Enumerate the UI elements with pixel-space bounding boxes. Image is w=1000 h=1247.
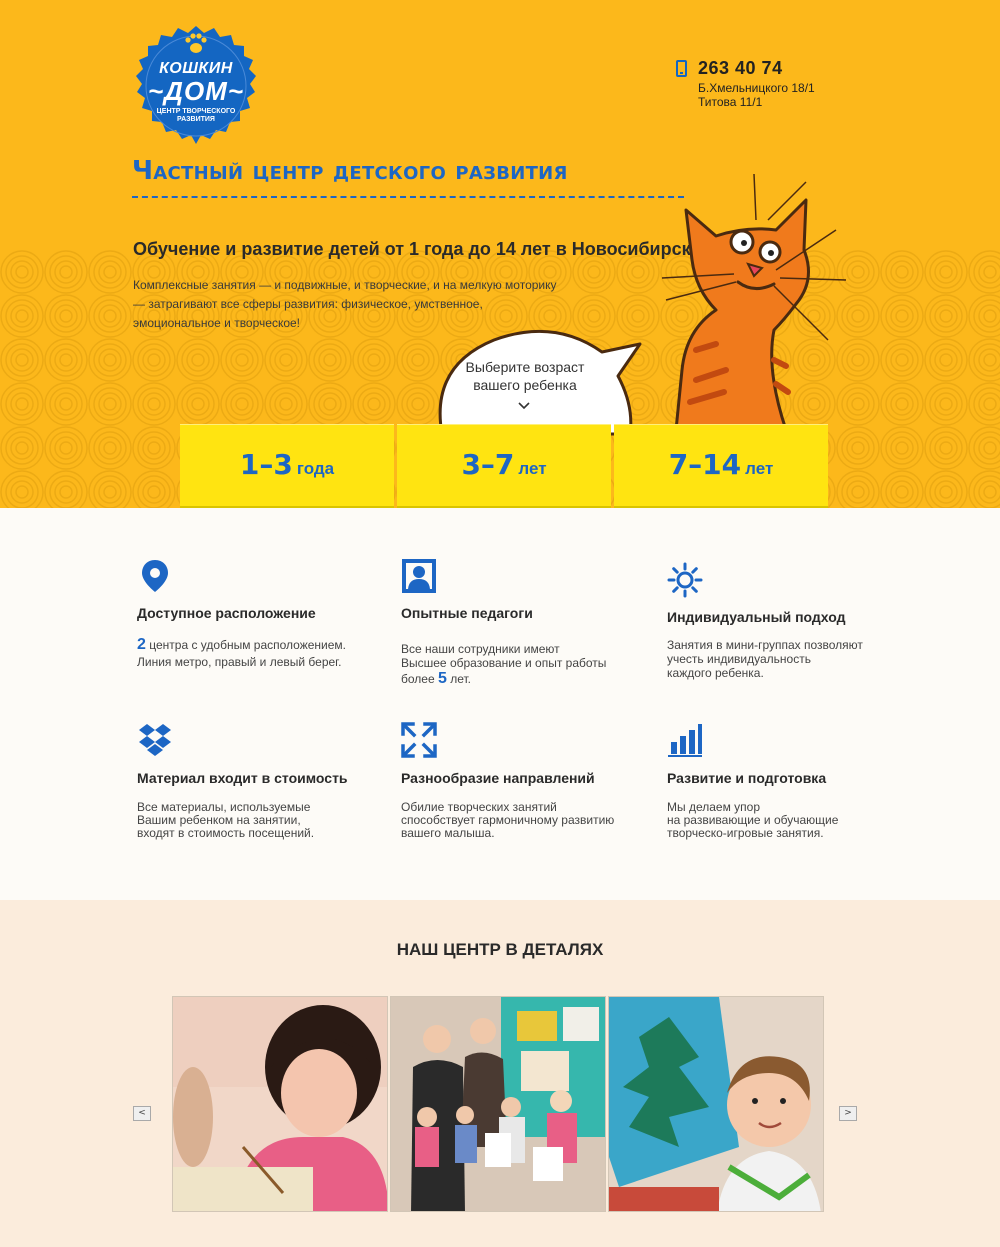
map-pin-icon	[142, 560, 168, 592]
age-button-3-7[interactable]: 3–7 лет	[397, 424, 611, 508]
age-range: 3–7	[461, 448, 515, 481]
feature-text-line: Линия метро, правый и левый берег.	[137, 655, 342, 669]
page-title: Частный центр детского развития	[132, 156, 568, 186]
feature-text-line: вашего малыша.	[401, 826, 495, 840]
feature-title: Доступное расположение	[137, 605, 316, 621]
age-selector: 1–3 года 3–7 лет 7–14 лет	[180, 424, 828, 508]
years-count: 5	[437, 670, 447, 687]
feature-text-line: Обилие творческих занятий	[401, 800, 557, 814]
age-button-1-3[interactable]: 1–3 года	[180, 424, 394, 508]
user-portrait-icon	[402, 559, 436, 593]
title-underline	[132, 196, 684, 198]
hero-lead: Обучение и развитие детей от 1 года до 1…	[133, 239, 706, 259]
feature-text-line: на развивающие и обучающие	[667, 813, 839, 827]
feature-text-line: Высшее образование и опыт работы	[401, 656, 607, 670]
feature-text-line: центра с удобным расположением.	[145, 638, 346, 652]
age-unit: года	[296, 459, 335, 478]
centers-count: 2	[137, 636, 146, 653]
feature-text-line: Мы делаем упор	[667, 800, 761, 814]
boy-with-painting-photo	[609, 997, 823, 1211]
feature-title: Разнообразие направлений	[401, 770, 595, 786]
logo-name-bottom: ~ДОМ~	[147, 76, 245, 106]
bubble-text: Выберите возраст вашего ребенка	[460, 358, 590, 394]
bar-chart-icon	[668, 724, 702, 757]
age-unit: лет	[518, 459, 547, 478]
girl-painting-photo	[173, 997, 387, 1211]
address-2: Титова 11/1	[698, 95, 763, 109]
hero-section: КОШКИН ~ДОМ~ центр творческого развития …	[0, 0, 1000, 508]
age-button-7-14[interactable]: 7–14 лет	[614, 424, 828, 508]
bubble-line: вашего ребенка	[473, 377, 577, 393]
dropbox-box-icon	[139, 724, 171, 756]
age-range: 1–3	[239, 448, 293, 481]
feature-text-line: Все материалы, используемые	[137, 800, 311, 814]
feature-text: 2 центра с удобным расположением.	[137, 636, 346, 653]
feature-title: Материал входит в стоимость	[137, 770, 348, 786]
expand-arrows-icon	[401, 722, 437, 758]
hero-description-line: — затрагивают все сферы развития: физиче…	[133, 297, 483, 311]
gallery-photo[interactable]	[608, 996, 824, 1212]
feature-text-line: Все наши сотрудники имеют	[401, 642, 560, 656]
sun-gear-icon	[667, 562, 703, 598]
phone-icon	[676, 60, 687, 77]
feature-text-line: каждого ребенка.	[667, 666, 764, 680]
cat-illustration	[661, 173, 847, 430]
feature-text-line: Занятия в мини-группах позволяют	[667, 638, 863, 652]
feature-text-line: Вашим ребенком на занятии,	[137, 813, 301, 827]
gallery-photo[interactable]	[390, 996, 606, 1212]
feature-text-line: учесть индивидуальность	[667, 652, 811, 666]
feature-text-line: входят в стоимость посещений.	[137, 826, 315, 840]
section-title: Наш центр в деталях	[396, 940, 604, 959]
feature-text-post: лет.	[446, 672, 471, 686]
gallery-photo[interactable]	[172, 996, 388, 1212]
logo[interactable]: КОШКИН ~ДОМ~ центр творческого развития	[134, 24, 258, 148]
features-section: Доступное расположение 2 центра с удобны…	[0, 508, 1000, 900]
gallery-next-button[interactable]: >	[839, 1106, 857, 1121]
feature-title: Развитие и подготовка	[667, 770, 827, 786]
age-label: 3–7 лет	[397, 448, 611, 481]
feature-title: Опытные педагоги	[401, 605, 533, 621]
details-section: Наш центр в деталях <	[0, 900, 1000, 1247]
hero-description-line: Комплексные занятия — и подвижные, и тво…	[133, 278, 557, 292]
age-unit: лет	[745, 459, 774, 478]
feature-text-line: способствует гармоничному развитию	[401, 813, 615, 827]
age-label: 7–14 лет	[614, 448, 828, 481]
hero-description: Комплексные занятия — и подвижные, и тво…	[133, 276, 573, 333]
feature-text: более 5 лет.	[401, 670, 471, 687]
feature-text-pre: более	[401, 672, 438, 686]
phone-number[interactable]: 263 40 74	[698, 58, 783, 79]
feature-text-line: творческо-игровые занятия.	[667, 826, 824, 840]
address-1: Б.Хмельницкого 18/1	[698, 81, 815, 95]
group-photo	[391, 997, 605, 1211]
gallery-prev-button[interactable]: <	[133, 1106, 151, 1121]
bubble-line: Выберите возраст	[465, 359, 585, 375]
chevron-down-icon[interactable]	[517, 400, 531, 412]
age-label: 1–3 года	[180, 448, 394, 481]
logo-subtitle: центр творческого развития	[156, 108, 236, 123]
age-range: 7–14	[668, 448, 742, 481]
feature-title: Индивидуальный подход	[667, 609, 846, 625]
